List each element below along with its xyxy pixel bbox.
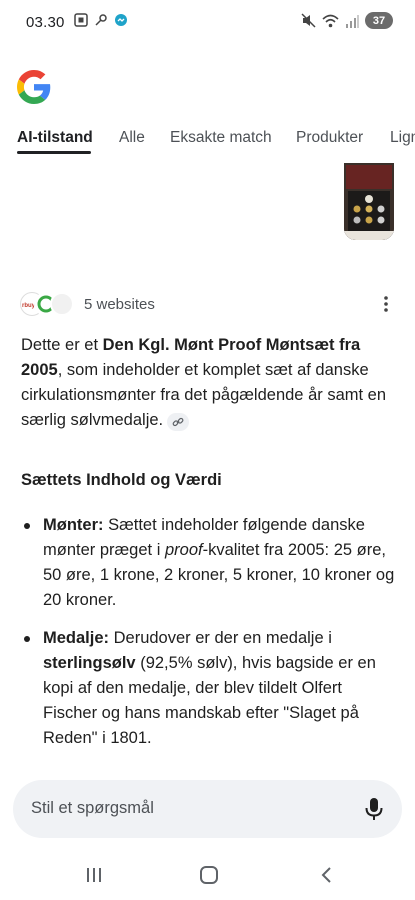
system-nav-bar: [0, 852, 415, 900]
tab-exact-match[interactable]: Eksakte match: [170, 129, 272, 147]
back-icon[interactable]: [318, 866, 336, 884]
coin-set-thumbnail[interactable]: [344, 163, 394, 240]
messenger-icon: [115, 14, 127, 26]
answer-text-pre: Dette er et: [21, 336, 103, 354]
bullet-label: Medalje:: [43, 629, 110, 647]
status-time: 03.30: [26, 14, 65, 31]
content-bullets: Mønter: Sættet indeholder følgende dansk…: [21, 513, 396, 764]
wifi-icon: [322, 14, 339, 27]
status-notification-icons: [74, 13, 128, 27]
bullet-bold: sterlingsølv: [43, 654, 136, 672]
ai-answer-intro: Dette er et Den Kgl. Mønt Proof Møntsæt …: [21, 333, 396, 433]
more-options-icon[interactable]: [383, 294, 389, 314]
bullet-text: Derudover er der en medalje i: [109, 629, 332, 647]
google-logo[interactable]: [17, 70, 51, 104]
signal-icon: [346, 14, 359, 28]
tab-all[interactable]: Alle: [119, 129, 145, 147]
section-heading: Sættets Indhold og Værdi: [21, 471, 222, 489]
home-icon[interactable]: [200, 866, 218, 884]
ask-input-placeholder[interactable]: Stil et spørgsmål: [31, 799, 154, 818]
tab-ai-mode[interactable]: AI-tilstand: [17, 129, 93, 147]
search-tabs: AI-tilstand Alle Eksakte match Produkter…: [0, 120, 415, 156]
list-item: Medalje: Derudover er der en medalje i s…: [21, 626, 396, 751]
mic-icon[interactable]: [364, 797, 384, 821]
tab-products[interactable]: Produkter: [296, 129, 363, 147]
key-icon: [95, 14, 107, 26]
ask-input-bar[interactable]: Stil et spørgsmål: [13, 780, 402, 838]
active-tab-indicator: [17, 151, 91, 154]
tab-similar[interactable]: Lign: [390, 129, 415, 147]
battery-indicator: 37: [365, 12, 393, 29]
status-bar: 03.30 37: [0, 0, 415, 44]
screenshot-icon: [74, 13, 88, 27]
sources-count: 5 websites: [84, 296, 155, 313]
bullet-label: Mønter:: [43, 516, 104, 534]
answer-text-post: , som indeholder et komplet sæt af dansk…: [21, 361, 387, 429]
source-link-chip[interactable]: [167, 413, 190, 431]
source-favicon-generic: [50, 292, 74, 316]
bullet-italic: proof: [164, 541, 203, 559]
mute-icon: [301, 13, 316, 28]
recent-apps-icon[interactable]: [85, 866, 103, 884]
list-item: Mønter: Sættet indeholder følgende dansk…: [21, 513, 396, 613]
status-system-icons: 37: [301, 12, 393, 29]
sources-row[interactable]: rbuy.dk 5 websites: [20, 290, 395, 318]
link-icon: [172, 417, 184, 427]
